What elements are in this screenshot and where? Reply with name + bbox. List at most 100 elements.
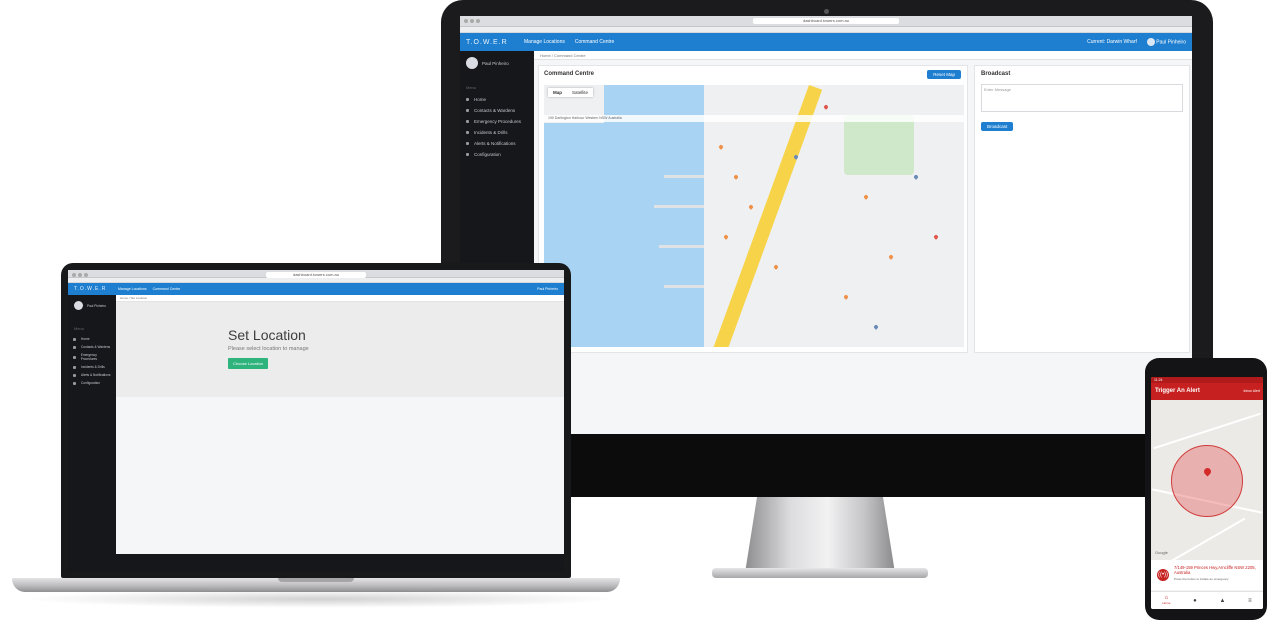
monitor-stand-base [712, 568, 928, 578]
window-controls[interactable] [464, 19, 480, 23]
phone-title: Trigger An Alert [1155, 388, 1200, 394]
nav-home[interactable]: ⌂ Home [1162, 595, 1170, 606]
alert-trigger-icon[interactable]: ((•)) [1157, 569, 1169, 581]
map-type-tabs: Map Satellite [548, 88, 594, 97]
nav-manage-locations[interactable]: Manage Locations [118, 287, 147, 291]
sidebar-item-configuration[interactable]: Configuration [68, 379, 116, 387]
gear-icon [466, 153, 469, 156]
map-pin[interactable] [718, 144, 724, 150]
panel-title: Broadcast [981, 71, 1011, 77]
map-attribution: Google [1155, 550, 1168, 555]
devices-mockup: dashboard.towers.com.au T.O.W.E.R Manage… [0, 0, 1268, 620]
main-content: Home / Set Location Set Location Please … [116, 295, 564, 572]
map-highway [706, 85, 823, 347]
phone-alert-info: ((•)) 7/149-159 Princes Hwy,Arncliffe NS… [1151, 560, 1263, 590]
nav-menu-icon[interactable]: ≡ [1248, 598, 1252, 604]
nav-command-centre[interactable]: Command Centre [153, 287, 181, 291]
address-bar[interactable]: dashboard.towers.com.au [266, 272, 366, 278]
warning-icon [73, 365, 76, 369]
sidebar-item-home[interactable]: Home [68, 335, 116, 343]
map-pier [664, 285, 704, 288]
alert-description: Press the button to initiate an emergenc… [1174, 577, 1229, 581]
app-logo[interactable]: T.O.W.E.R [74, 286, 118, 292]
sidebar-menu-heading: Menu [466, 85, 477, 90]
map[interactable]: Map Satellite 190 Darlington Harbour Wes… [544, 85, 964, 347]
browser-toolbar: dashboard.towers.com.au [460, 16, 1192, 27]
sidebar-item-contacts[interactable]: Contacts & Wardens [460, 105, 534, 116]
sidebar-item-procedures[interactable]: Emergency Procedures [460, 116, 534, 127]
sidebar-item-incidents[interactable]: Incidents & Drills [460, 127, 534, 138]
sidebar-item-contacts[interactable]: Contacts & Wardens [68, 343, 116, 351]
set-location-panel: Set Location Please select location to m… [116, 302, 564, 397]
alert-address: 7/149-159 Princes Hwy,Arncliffe NSW 2205… [1174, 565, 1256, 575]
broadcast-panel: Broadcast Enter Message Broadcast [974, 65, 1190, 353]
sidebar-user-name: Paul Pinheiro [482, 60, 509, 66]
nav-command-centre[interactable]: Command Centre [575, 39, 614, 45]
broadcast-message-input[interactable]: Enter Message [981, 84, 1183, 112]
phone-title-actions[interactable]: Inbox Alert [1243, 389, 1260, 393]
map-pin[interactable] [843, 294, 849, 300]
user-name: Paul Pinheiro [1156, 39, 1186, 46]
window-controls[interactable] [72, 273, 88, 277]
home-icon [466, 98, 469, 101]
nav-alerts-icon[interactable]: ▲ [1219, 598, 1225, 604]
panel-title: Command Centre [544, 71, 595, 77]
app-header: T.O.W.E.R Manage Locations Command Centr… [68, 283, 564, 295]
current-location[interactable]: Current: Darwin Wharf [1087, 39, 1137, 45]
map-pin[interactable] [823, 104, 829, 110]
sidebar-item-home[interactable]: Home [460, 94, 534, 105]
page-subtitle: Please select location to manage [228, 346, 309, 352]
user-menu[interactable]: Paul Pinheiro [537, 287, 558, 291]
sidebar-item-procedures[interactable]: Emergency Procedures [68, 351, 116, 363]
map-park [844, 115, 914, 175]
tab-satellite[interactable]: Satellite [567, 88, 593, 97]
avatar [74, 301, 83, 310]
map-pin[interactable] [873, 324, 879, 330]
laptop-screen-footer [68, 554, 564, 572]
laptop-shadow [20, 590, 620, 608]
map-address: 190 Darlington Harbour Western NSW Austr… [544, 115, 964, 122]
map-pin[interactable] [723, 234, 729, 240]
map-pin[interactable] [748, 204, 754, 210]
sidebar-menu-heading: Menu [74, 326, 85, 331]
sidebar-user[interactable]: Paul Pinheiro [460, 57, 534, 79]
users-icon [73, 345, 76, 349]
breadcrumb[interactable]: Home / Set Location [116, 295, 564, 302]
phone-map[interactable]: Google [1151, 400, 1263, 565]
warning-icon [466, 131, 469, 134]
sidebar-item-alerts[interactable]: Alerts & Notifications [68, 371, 116, 379]
map-pier [659, 245, 704, 248]
nav-map-icon[interactable]: ● [1193, 598, 1197, 604]
map-pin[interactable] [913, 174, 919, 180]
app-logo[interactable]: T.O.W.E.R [466, 39, 524, 46]
tab-map[interactable]: Map [548, 88, 567, 97]
user-menu[interactable]: Paul Pinheiro [1146, 38, 1186, 46]
monitor-camera [824, 9, 829, 14]
breadcrumb[interactable]: Home / Command Centre [534, 51, 1192, 60]
laptop-notch [278, 578, 354, 582]
map-pin[interactable] [773, 264, 779, 270]
sidebar-user[interactable]: Paul Pinheiro [68, 301, 116, 320]
sidebar-item-incidents[interactable]: Incidents & Drills [68, 363, 116, 371]
bell-icon [73, 373, 76, 377]
laptop-screen: dashboard.towers.com.au T.O.W.E.R Manage… [68, 270, 564, 572]
browser-toolbar: dashboard.towers.com.au [68, 270, 564, 278]
sidebar-item-configuration[interactable]: Configuration [460, 149, 534, 160]
main-content: Home / Command Centre Command Centre Res… [534, 51, 1192, 434]
broadcast-button[interactable]: Broadcast [981, 122, 1014, 131]
sidebar-item-alerts[interactable]: Alerts & Notifications [460, 138, 534, 149]
map-street [1166, 517, 1246, 565]
map-pin[interactable] [888, 254, 894, 260]
map-pin[interactable] [863, 194, 869, 200]
reset-map-button[interactable]: Reset Map [927, 70, 961, 79]
map-pin[interactable] [733, 174, 739, 180]
command-centre-panel: Command Centre Reset Map Map Satellite 1… [538, 65, 968, 353]
address-bar[interactable]: dashboard.towers.com.au [752, 18, 900, 24]
choose-location-button[interactable]: Choose Location [228, 358, 269, 369]
monitor-stand [745, 497, 895, 573]
sidebar: Paul Pinheiro Menu Home Contacts & Warde… [68, 295, 116, 572]
map-pin[interactable] [933, 234, 939, 240]
phone-screen: 11:24 Trigger An Alert Inbox Alert Googl… [1151, 377, 1263, 609]
app-header: T.O.W.E.R Manage Locations Command Centr… [460, 33, 1192, 51]
nav-manage-locations[interactable]: Manage Locations [524, 39, 565, 45]
